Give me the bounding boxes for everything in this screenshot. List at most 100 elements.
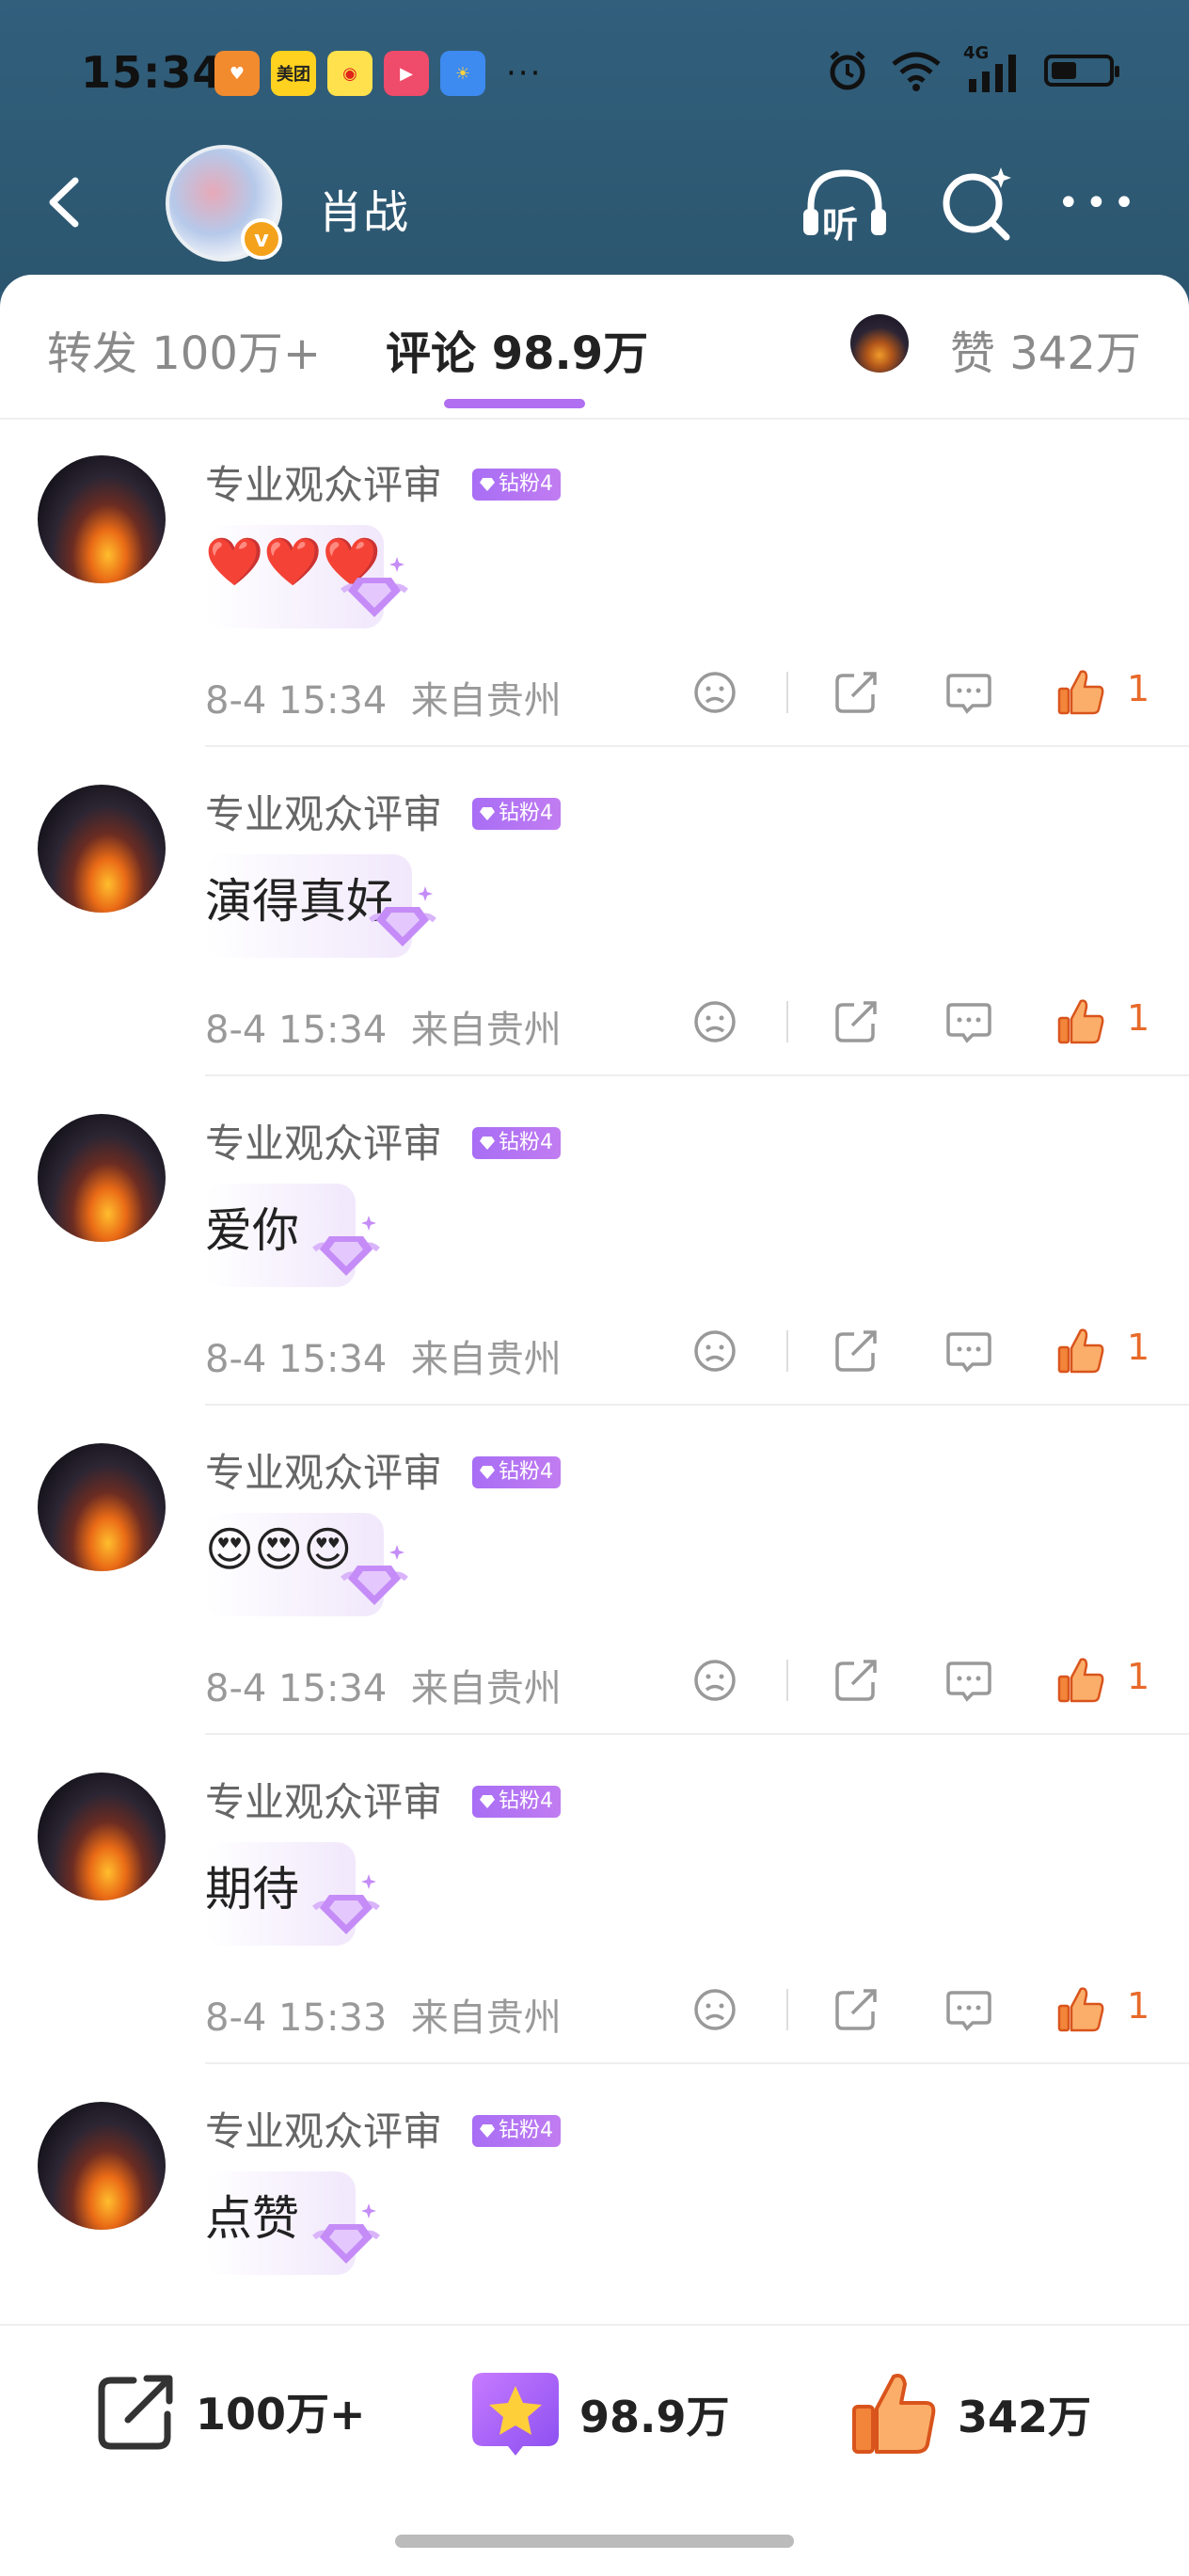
dislike-icon[interactable] — [687, 1652, 743, 1709]
fan-level-badge: 钻粉4 — [472, 798, 561, 830]
like-count: 342万 — [958, 2392, 1092, 2442]
diamond-icon — [480, 2124, 495, 2138]
back-arrow-icon[interactable] — [38, 169, 94, 235]
diamond-icon — [480, 1466, 495, 1479]
comment-location: 来自贵州 — [410, 1996, 562, 2040]
commenter-name[interactable]: 专业观众评审 — [205, 1771, 442, 1828]
comment-item[interactable]: 专业观众评审 钻粉4 😍😍😍 8-4 15:34 来自贵州 1 — [0, 1406, 1189, 1735]
reply-icon[interactable] — [941, 664, 997, 721]
comment-like-count: 1 — [1127, 997, 1150, 1039]
commenter-avatar[interactable] — [38, 1443, 166, 1571]
like-icon[interactable] — [1052, 1652, 1108, 1709]
profile-nav: v 肖战 听 ••• — [0, 141, 1189, 263]
listen-label: 听 — [822, 204, 859, 246]
comment-like-count: 1 — [1127, 1985, 1150, 2027]
dislike-icon[interactable] — [687, 994, 743, 1050]
home-indicator[interactable] — [395, 2535, 794, 2548]
commenter-avatar[interactable] — [38, 1773, 166, 1900]
comment-meta: 8-4 15:34 来自贵州 — [205, 1658, 562, 1712]
reply-icon[interactable] — [941, 1323, 997, 1379]
fan-level-label: 钻粉4 — [499, 1131, 553, 1154]
action-divider — [786, 1001, 788, 1042]
repost-action[interactable]: 100万+ — [94, 2369, 366, 2454]
meituan-icon: 美团 — [271, 51, 316, 96]
fan-level-badge: 钻粉4 — [472, 2115, 561, 2147]
tab-repost[interactable]: 转发 100万+ — [47, 316, 321, 382]
action-divider — [786, 672, 788, 713]
search-icon[interactable] — [935, 162, 1020, 246]
diamond-icon — [480, 478, 495, 491]
commenter-name[interactable]: 专业观众评审 — [205, 1441, 442, 1499]
commenter-avatar[interactable] — [38, 785, 166, 913]
action-divider — [786, 1660, 788, 1701]
commenter-avatar[interactable] — [38, 1114, 166, 1242]
action-divider — [786, 1989, 788, 2030]
notification-icons: ♥ 美团 ◉ ▶ ☀ ··· — [214, 51, 542, 96]
share-icon[interactable] — [828, 1323, 884, 1379]
wifi-icon — [892, 52, 941, 91]
commenter-name[interactable]: 专业观众评审 — [205, 783, 442, 840]
header: 15:34 ♥ 美团 ◉ ▶ ☀ ··· 4G v 肖战 听 ••• — [0, 0, 1189, 292]
weather-icon: ☀ — [440, 51, 485, 96]
repost-count: 100万+ — [196, 2389, 366, 2440]
comment-time: 8-4 15:34 — [205, 1338, 388, 1381]
diamond-icon — [480, 1795, 495, 1808]
comment-location: 来自贵州 — [410, 679, 562, 723]
diamond-wings-icon — [337, 1537, 412, 1613]
like-icon[interactable] — [1052, 1323, 1108, 1379]
reply-icon[interactable] — [941, 1981, 997, 2038]
dislike-icon[interactable] — [687, 664, 743, 721]
more-notifications-icon: ··· — [506, 55, 543, 92]
dislike-icon[interactable] — [687, 1323, 743, 1379]
more-options-icon[interactable]: ••• — [1057, 184, 1141, 222]
commenter-name[interactable]: 专业观众评审 — [205, 453, 442, 511]
star-comment-icon — [472, 2373, 559, 2456]
liker-avatar — [850, 314, 909, 373]
like-action[interactable]: 342万 — [847, 2369, 1091, 2459]
comment-meta: 8-4 15:34 来自贵州 — [205, 999, 562, 1054]
comment-meta: 8-4 15:34 来自贵州 — [205, 1328, 562, 1383]
comments-sheet: 转发 100万+ 评论 98.9万 赞 342万 专业观众评审 钻粉4 ❤️❤️… — [0, 275, 1189, 2574]
fan-level-badge: 钻粉4 — [472, 469, 561, 501]
share-icon[interactable] — [828, 1981, 884, 2038]
share-icon[interactable] — [828, 664, 884, 721]
signal-icon: 4G — [963, 43, 1023, 92]
diamond-icon — [480, 807, 495, 820]
reply-icon[interactable] — [941, 1652, 997, 1709]
battery-icon — [1044, 55, 1119, 87]
listen-button[interactable]: 听 — [798, 162, 892, 246]
like-icon[interactable] — [1052, 1981, 1108, 2038]
commenter-name[interactable]: 专业观众评审 — [205, 1112, 442, 1169]
verified-badge-icon: v — [241, 218, 282, 260]
comment-item[interactable]: 专业观众评审 钻粉4 期待 8-4 15:33 来自贵州 1 — [0, 1735, 1189, 2064]
fan-level-label: 钻粉4 — [499, 1460, 553, 1484]
tab-comments[interactable]: 评论 98.9万 — [386, 316, 648, 382]
commenter-name[interactable]: 专业观众评审 — [205, 2100, 442, 2157]
thumbs-up-icon — [852, 2374, 936, 2454]
repost-icon — [98, 2375, 173, 2450]
bottom-action-bar: 100万+ 98.9万 342万 — [0, 2324, 1189, 2576]
comment-item[interactable]: 专业观众评审 钻粉4 爱你 8-4 15:34 来自贵州 1 — [0, 1076, 1189, 1406]
active-tab-indicator — [444, 399, 585, 408]
comment-item[interactable]: 专业观众评审 钻粉4 演得真好 8-4 15:34 来自贵州 1 — [0, 747, 1189, 1076]
comment-text: 点赞 — [205, 2191, 299, 2246]
diamond-wings-icon — [309, 1867, 384, 1942]
commenter-avatar[interactable] — [38, 2102, 166, 2230]
share-icon[interactable] — [828, 1652, 884, 1709]
commenter-avatar[interactable] — [38, 455, 166, 583]
like-icon[interactable] — [1052, 664, 1108, 721]
dislike-icon[interactable] — [687, 1981, 743, 2038]
like-icon[interactable] — [1052, 994, 1108, 1050]
alarm-icon — [830, 51, 865, 90]
heart-app-icon: ♥ — [214, 51, 260, 96]
reply-icon[interactable] — [941, 994, 997, 1050]
comment-meta: 8-4 15:33 来自贵州 — [205, 1987, 562, 2042]
profile-name[interactable]: 肖战 — [318, 175, 408, 241]
comment-item[interactable]: 专业观众评审 钻粉4 ❤️❤️❤️ 8-4 15:34 来自贵州 1 — [0, 418, 1189, 747]
diamond-wings-icon — [365, 879, 440, 954]
comment-action[interactable]: 98.9万 — [468, 2369, 730, 2459]
tab-likes[interactable]: 赞 342万 — [950, 316, 1141, 382]
share-icon[interactable] — [828, 994, 884, 1050]
tab-bar: 转发 100万+ 评论 98.9万 赞 342万 — [0, 275, 1189, 420]
comment-location: 来自贵州 — [410, 1009, 562, 1052]
